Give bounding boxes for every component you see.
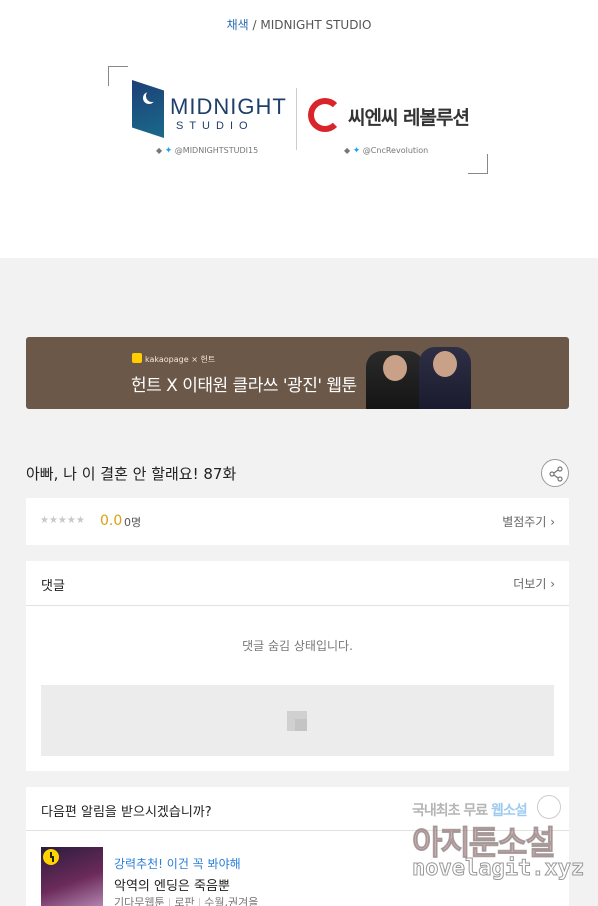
cnc-twitter: ◆ ✦ @CncRevolution [344,146,428,156]
bullet-icon: ◆ [156,146,163,155]
rating-stars: ★★★★★ [40,515,85,526]
next-alert-header: 다음편 알림을 받으시겠습니까? [26,787,569,831]
banner-brand-line: kakaopage × 헌트 [132,353,215,365]
rating-count: 0명 [124,516,142,529]
banner-character-illustration [366,351,424,409]
next-episode-alert-card: 다음편 알림을 받으시겠습니까? 강력추천! 이건 꼭 봐야해 악역의 엔딩은 … [26,787,569,906]
frame-corner-top-left [108,66,128,86]
ad-placeholder[interactable] [41,685,554,756]
rate-button[interactable]: 별점주기 › [502,513,555,530]
promo-banner[interactable]: kakaopage × 헌트 헌트 X 이태원 클라쓰 '광진' 웹툰 [26,337,569,409]
recommendation-title[interactable]: 악역의 엔딩은 죽음뿐 [114,875,230,894]
credit-separator: / [248,18,261,32]
logo-divider [296,88,297,150]
recommendation-meta: 기다무웹툰 | 로판 | 수월,권겨을 [114,894,258,906]
banner-publisher: kakaopage [145,355,189,364]
banner-brand: 헌트 [200,355,216,364]
recommendation-tag[interactable]: 강력추천! 이건 꼭 봐야해 [114,855,241,872]
cnc-mark-icon [308,98,342,132]
recommendation-thumbnail[interactable] [41,847,103,906]
kakaopage-icon [132,353,142,363]
comments-header: 댓글 더보기 › [26,561,569,606]
credit-line: 채색 / MIDNIGHT STUDIO [0,16,598,33]
banner-headline: 헌트 X 이태원 클라쓰 '광진' 웹툰 [131,376,357,396]
rating-card: ★★★★★ 0.0 0명 별점주기 › [26,498,569,545]
share-icon [549,466,563,482]
midnight-mark-icon [132,80,164,138]
meta-separator: | [167,896,172,906]
next-alert-title: 다음편 알림을 받으시겠습니까? [41,805,212,820]
midnight-sub: STUDIO [176,120,254,132]
colorist-label: 채색 [226,18,249,32]
comments-title: 댓글 [41,579,65,594]
studio-logos: MIDNIGHT STUDIO 씨엔씨 레볼루션 ◆ ✦ @MIDNIGHTST… [106,64,490,176]
episode-title-row: 아빠, 나 이 결혼 안 할래요! 87화 [26,458,569,488]
moon-icon [146,90,158,102]
clock-badge-icon [43,849,59,865]
midnight-twitter-handle: @MIDNIGHTSTUDI15 [174,146,259,155]
twitter-bird-icon: ✦ [164,146,173,156]
frame-corner-bottom-right [468,154,488,174]
rec-meta-type: 기다무웹툰 [114,896,165,906]
banner-character-illustration [419,347,471,409]
meta-separator: | [197,896,202,906]
comments-hidden-notice: 댓글 숨김 상태입니다. [242,639,353,653]
bullet-icon: ◆ [344,146,351,155]
comments-card: 댓글 더보기 › 댓글 숨김 상태입니다. [26,561,569,771]
rating-score: 0.0 [100,513,123,529]
studio-credit: MIDNIGHT STUDIO [260,18,372,32]
midnight-twitter: ◆ ✦ @MIDNIGHTSTUDI15 [156,146,258,156]
rec-meta-genre: 로판 [174,896,195,906]
midnight-name: MIDNIGHT [170,94,287,119]
ad-placeholder-icon-part [295,719,307,731]
banner-cross: × [188,355,201,364]
cnc-name: 씨엔씨 레볼루션 [348,107,470,129]
header-credits-area: 채색 / MIDNIGHT STUDIO MIDNIGHT STUDIO 씨엔씨… [0,0,598,258]
rec-meta-authors: 수월,권겨을 [204,896,259,906]
twitter-bird-icon: ✦ [352,146,361,156]
cnc-twitter-handle: @CncRevolution [362,146,429,155]
share-button[interactable] [541,459,569,487]
alert-toggle-button[interactable] [537,795,561,819]
episode-title: 아빠, 나 이 결혼 안 할래요! 87화 [26,465,237,483]
comments-more-link[interactable]: 더보기 › [513,575,555,592]
